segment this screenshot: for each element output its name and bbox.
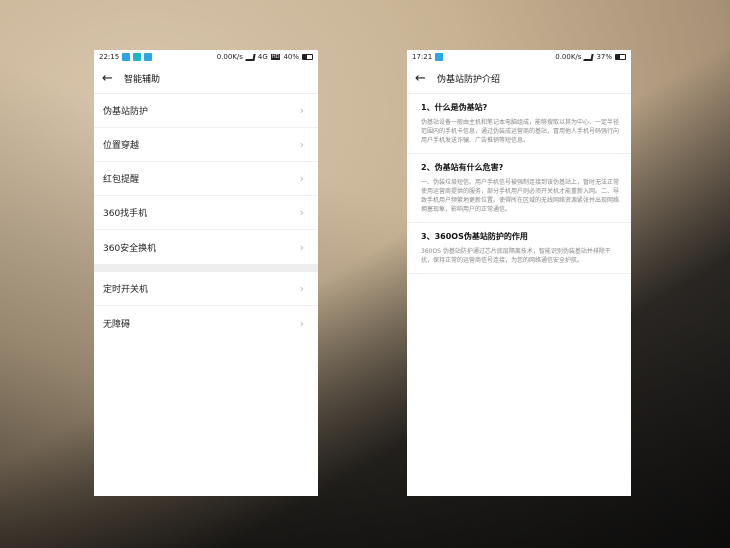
status-bar: 22:15 0.00K/s 4G HD 40%: [94, 50, 318, 64]
status-time: 22:15: [99, 53, 120, 61]
page-title: 智能辅助: [124, 75, 161, 85]
chevron-right-icon: ›: [299, 206, 304, 219]
app-notification-icon: [435, 53, 444, 61]
back-arrow-icon[interactable]: ←: [102, 72, 116, 85]
battery-icon: [302, 54, 313, 60]
section-title: 3、360OS伪基站防护的作用: [421, 232, 528, 241]
settings-list-group-1: 伪基站防护 › 位置穿越 › 红包提醒 › 360找手机 › 360安全换机 ›: [94, 94, 318, 264]
chevron-right-icon: ›: [299, 282, 304, 295]
chevron-right-icon: ›: [299, 138, 304, 151]
list-item-fake-base-station[interactable]: 伪基站防护 ›: [94, 94, 318, 128]
list-item-red-packet-reminder[interactable]: 红包提醒 ›: [94, 162, 318, 196]
section-body: 伪基站设备一般由主机和笔记本电脑组成，能够搜取以其为中心、一定半径范围内的手机卡…: [421, 119, 620, 144]
list-item-label: 红包提醒: [103, 175, 140, 185]
info-section-what: 1、什么是伪基站? 伪基站设备一般由主机和笔记本电脑组成，能够搜取以其为中心、一…: [407, 94, 631, 154]
info-section-function: 3、360OS伪基站防护的作用 360OS 伪基站防护通过芯片底层隔离技术，智能…: [407, 223, 631, 274]
status-bar: 17:21 0.00K/s 37%: [407, 50, 631, 64]
right-phone-screen: 17:21 0.00K/s 37% ← 伪基站防护介绍 1、什么是伪基站? 伪基…: [407, 50, 631, 496]
app-notification-icon: [133, 53, 142, 61]
page-header: ← 智能辅助: [94, 64, 318, 94]
page-title: 伪基站防护介绍: [437, 75, 501, 85]
battery-percent: 40%: [283, 53, 299, 61]
network-type: 4G: [257, 53, 268, 61]
network-speed: 0.00K/s: [555, 53, 582, 61]
section-title: 1、什么是伪基站?: [421, 103, 488, 112]
list-item-find-phone[interactable]: 360找手机 ›: [94, 196, 318, 230]
section-title: 2、伪基站有什么危害?: [421, 163, 504, 172]
left-phone-screen: 22:15 0.00K/s 4G HD 40% ← 智能辅助 伪基站防护 › 位…: [94, 50, 318, 496]
list-item-scheduled-power[interactable]: 定时开关机 ›: [94, 272, 318, 306]
page-header: ← 伪基站防护介绍: [407, 64, 631, 94]
battery-icon: [615, 54, 626, 60]
app-notification-icon: [122, 53, 131, 61]
list-item-label: 360安全换机: [103, 243, 157, 254]
back-arrow-icon[interactable]: ←: [415, 72, 429, 85]
battery-percent: 37%: [596, 53, 612, 61]
status-time: 17:21: [412, 53, 433, 61]
chevron-right-icon: ›: [299, 240, 304, 254]
list-item-label: 伪基站防护: [103, 107, 149, 117]
app-notification-icon: [144, 53, 153, 61]
chevron-right-icon: ›: [299, 104, 304, 117]
signal-icon: [245, 53, 256, 61]
hd-badge: HD: [270, 54, 281, 60]
wifi-icon: [583, 53, 595, 61]
list-item-label: 360找手机: [103, 209, 148, 219]
list-item-location-spoof[interactable]: 位置穿越 ›: [94, 128, 318, 162]
chevron-right-icon: ›: [299, 316, 304, 330]
list-item-label: 无障碍: [103, 319, 131, 330]
list-item-label: 位置穿越: [103, 141, 140, 151]
settings-list-group-2: 定时开关机 › 无障碍 ›: [94, 272, 318, 340]
network-speed: 0.00K/s: [216, 53, 243, 61]
group-divider: [94, 264, 318, 272]
list-item-safe-phone-switch[interactable]: 360安全换机 ›: [94, 230, 318, 264]
list-item-accessibility[interactable]: 无障碍 ›: [94, 306, 318, 340]
section-body: 360OS 伪基站防护通过芯片底层隔离技术，智能识别伪装基站并排除干扰，保持正常…: [421, 248, 611, 264]
section-body: 一、伪装垃圾短信。用户手机信号被强制连接到该伪基站上，暂时无法正常使用运营商提供…: [421, 179, 620, 213]
list-item-label: 定时开关机: [103, 285, 149, 295]
info-section-harm: 2、伪基站有什么危害? 一、伪装垃圾短信。用户手机信号被强制连接到该伪基站上，暂…: [407, 154, 631, 223]
chevron-right-icon: ›: [299, 172, 304, 185]
